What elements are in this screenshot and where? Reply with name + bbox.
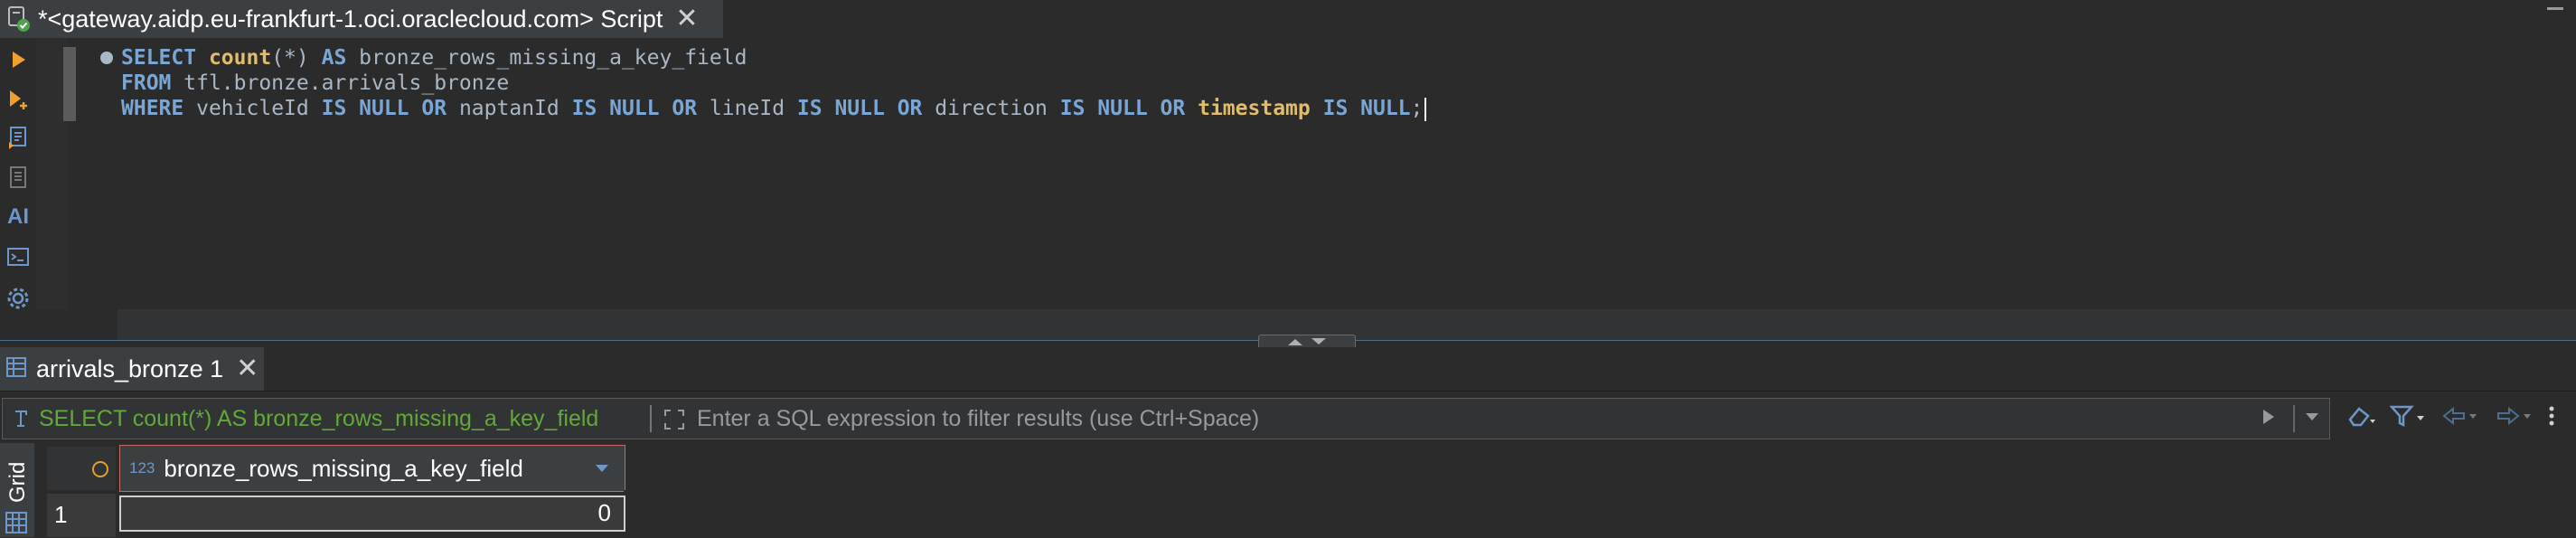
filter-history-icon[interactable] (12, 408, 33, 434)
settings-icon[interactable] (5, 286, 31, 311)
results-tab-title: arrivals_bronze 1 (36, 354, 224, 382)
editor-gutter (36, 38, 67, 309)
execute-script-icon[interactable] (5, 87, 31, 112)
grid-tab-label: Grid (5, 461, 30, 503)
restore-down-icon (1312, 338, 1326, 345)
explain-plan-icon[interactable] (5, 125, 31, 150)
close-icon[interactable]: ✕ (675, 5, 698, 33)
ai-assistant-icon[interactable]: AI (5, 204, 31, 230)
code-line-1: SELECT count(*) AS bronze_rows_missing_a… (121, 46, 747, 70)
minimize-icon[interactable] (2547, 7, 2563, 10)
load-plan-icon[interactable] (5, 165, 31, 190)
text-caret (1424, 97, 1427, 121)
column-name: bronze_rows_missing_a_key_field (164, 454, 523, 482)
filter-box: SELECT count(*) AS bronze_rows_missing_a… (2, 398, 2330, 439)
script-tab-title: *<gateway.aidp.eu-frankfurt-1.oci.oracle… (38, 5, 663, 33)
script-editor-tab[interactable]: *<gateway.aidp.eu-frankfurt-1.oci.oracle… (0, 0, 723, 38)
filter-history-dropdown-icon[interactable] (2304, 411, 2320, 427)
current-query-text: SELECT count(*) AS bronze_rows_missing_a… (39, 405, 599, 431)
row-number-header[interactable] (47, 447, 116, 490)
filter-dropdown-separator (2293, 405, 2295, 432)
expand-filter-icon[interactable] (663, 408, 686, 436)
clear-filter-icon[interactable] (2346, 403, 2375, 433)
table-icon (5, 356, 27, 382)
sort-dropdown-icon[interactable] (594, 462, 610, 478)
grid-cell[interactable]: 0 (119, 496, 625, 532)
execute-statement-icon[interactable] (5, 47, 31, 72)
grid-icon (5, 512, 27, 538)
code-line-2: FROM tfl.bronze.arrivals_bronze (121, 71, 510, 95)
filter-toolbar (2346, 403, 2554, 433)
code-line-3: WHERE vehicleId IS NULL OR naptanId IS N… (121, 96, 1427, 121)
maximize-up-icon (1288, 339, 1302, 345)
apply-filter-icon[interactable] (2261, 408, 2277, 430)
editor-toolbar: AI (0, 38, 36, 336)
filter-settings-icon[interactable] (2389, 403, 2426, 433)
current-statement-marker (63, 47, 76, 121)
terminal-icon[interactable] (5, 244, 31, 269)
filter-input[interactable] (695, 404, 2261, 433)
grid-view-tab[interactable]: Grid (0, 443, 34, 537)
database-connection-icon (7, 5, 31, 33)
navigate-back-icon[interactable] (2440, 403, 2480, 433)
more-options-icon[interactable] (2549, 403, 2554, 433)
sql-code[interactable]: SELECT count(*) AS bronze_rows_missing_a… (121, 45, 1427, 121)
column-header[interactable]: 123 bronze_rows_missing_a_key_field (119, 445, 625, 492)
grid-empty-area (624, 490, 2576, 537)
numeric-type-badge: 123 (129, 459, 155, 477)
select-all-icon[interactable] (90, 459, 110, 484)
close-icon[interactable]: ✕ (236, 355, 259, 382)
fold-icon[interactable] (100, 52, 113, 64)
results-tab[interactable]: arrivals_bronze 1 ✕ (0, 347, 264, 391)
row-number[interactable]: 1 (47, 494, 116, 537)
results-tab-bar (0, 347, 2576, 392)
filter-separator (650, 405, 652, 432)
navigate-forward-icon[interactable] (2495, 403, 2534, 433)
